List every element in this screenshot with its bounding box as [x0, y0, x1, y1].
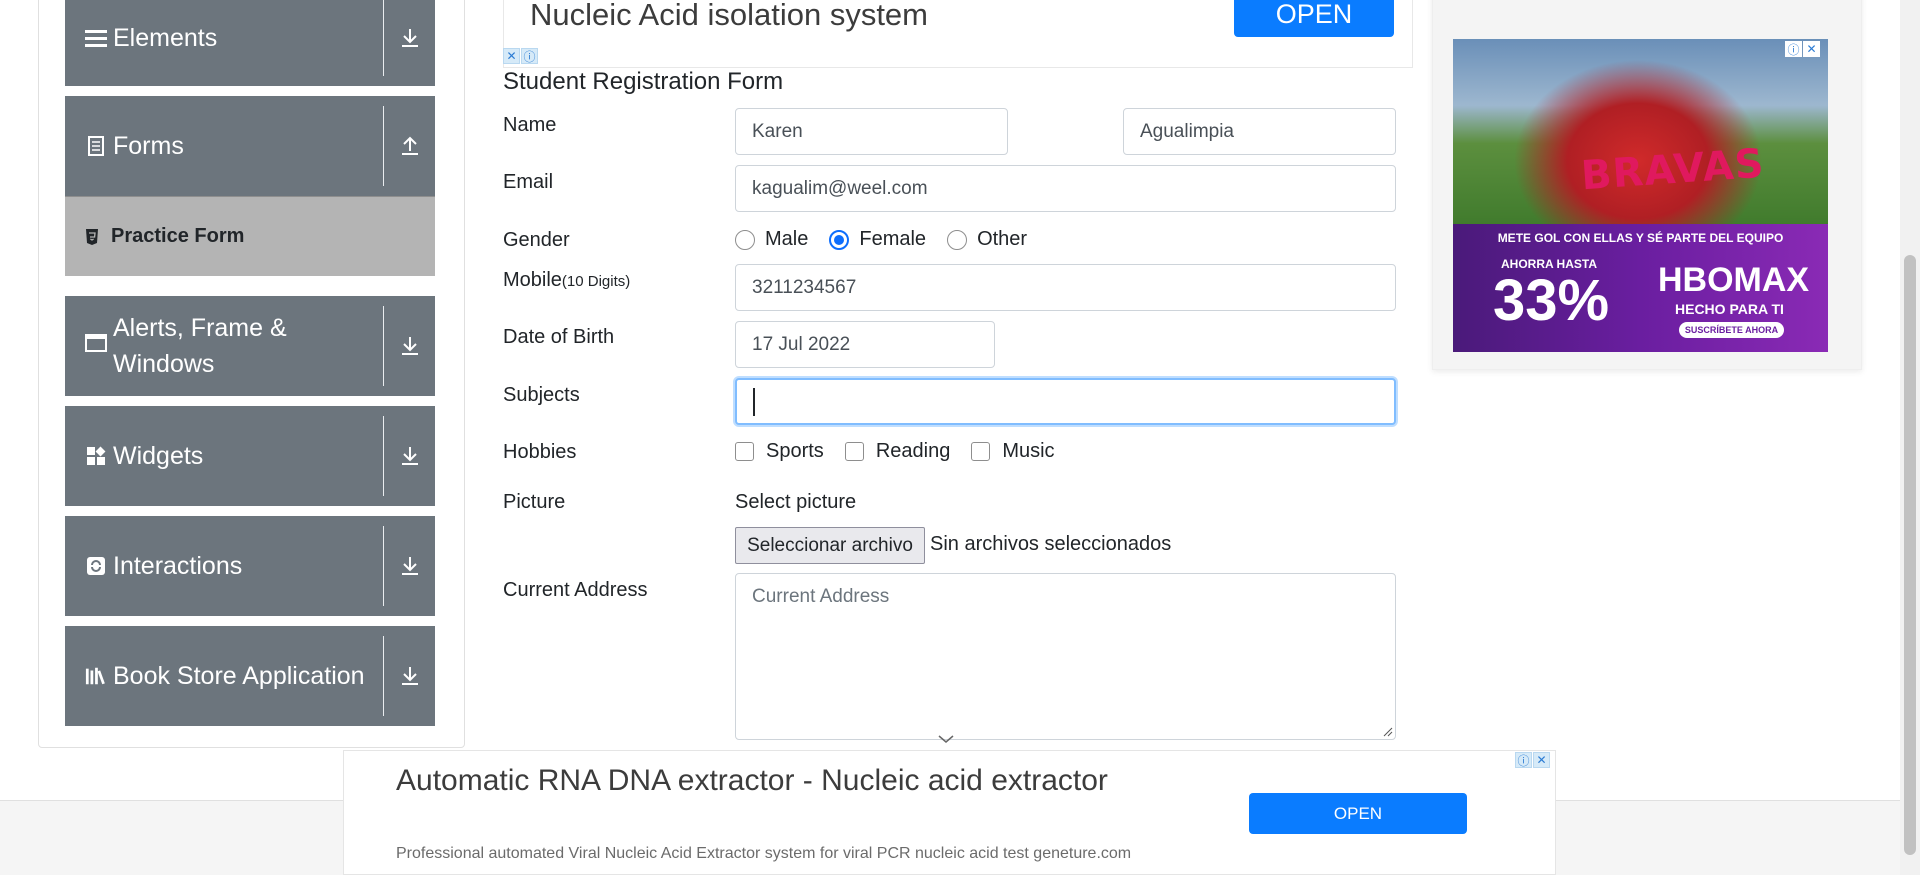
ad-choices[interactable]: ✕ ⓘ: [503, 48, 538, 64]
date-of-birth-input[interactable]: 17 Jul 2022: [735, 321, 995, 368]
name-label: Name: [503, 114, 557, 136]
hobby-reading-option[interactable]: Reading: [844, 440, 951, 463]
page-title: Student Registration Form: [503, 68, 784, 95]
sidebar-group-label: Forms: [113, 132, 184, 160]
first-name-input[interactable]: Karen: [735, 108, 1008, 155]
sidebar-group-book-store[interactable]: Book Store Application: [65, 626, 435, 726]
sidebar-item-label: Practice Form: [111, 225, 245, 247]
subjects-label: Subjects: [503, 384, 580, 406]
top-ad-banner[interactable]: Nucleic Acid isolation system OPEN: [503, 0, 1413, 68]
ad-discount: 33%: [1493, 268, 1610, 333]
ad-brand-sub: HECHO PARA TI: [1675, 301, 1784, 317]
gender-female-option[interactable]: Female: [829, 228, 926, 251]
picture-label: Picture: [503, 491, 566, 513]
choose-file-button[interactable]: Seleccionar archivo: [735, 527, 925, 564]
hobby-sports-option[interactable]: Sports: [735, 440, 824, 463]
mobile-input[interactable]: 3211234567: [735, 264, 1396, 311]
bottom-ad-choices[interactable]: ⓘ ✕: [1515, 752, 1550, 768]
sidebar-group-label: Interactions: [113, 552, 243, 580]
hobby-music-checkbox[interactable]: [971, 442, 991, 461]
right-ad-choices[interactable]: ⓘ ✕: [1785, 41, 1820, 57]
mobile-label: Mobile(10 Digits): [503, 269, 630, 292]
last-name-input[interactable]: Agualimpia: [1123, 108, 1396, 155]
gender-option-label: Male: [765, 228, 809, 250]
current-address-textarea[interactable]: Current Address: [735, 573, 1396, 740]
sidebar-group-label: Widgets: [113, 442, 204, 470]
window-icon: [85, 332, 107, 354]
bottom-ad-banner[interactable]: Automatic RNA DNA extractor - Nucleic ac…: [343, 750, 1556, 875]
gender-radio-group: Male Female Other: [735, 228, 1048, 251]
sidebar-group-forms[interactable]: Forms: [65, 96, 435, 196]
info-icon[interactable]: ⓘ: [521, 48, 538, 64]
select-picture-label: Select picture: [735, 491, 857, 513]
page-scrollbar[interactable]: [1900, 0, 1920, 875]
subjects-input[interactable]: [735, 378, 1396, 425]
sidebar-group-label: Book Store Application: [113, 662, 365, 690]
download-icon[interactable]: [383, 526, 435, 606]
ad-tagline: METE GOL CON ELLAS Y SÉ PARTE DEL EQUIPO: [1497, 231, 1784, 245]
document-icon: [85, 135, 107, 157]
mobile-hint: (10 Digits): [561, 273, 631, 290]
hobbies-label: Hobbies: [503, 441, 577, 463]
info-icon[interactable]: ⓘ: [1515, 752, 1532, 768]
ad-creative-image[interactable]: BRAVAS METE GOL CON ELLAS Y SÉ PARTE DEL…: [1453, 39, 1828, 352]
email-label: Email: [503, 171, 554, 193]
html5-icon: [83, 228, 101, 246]
hobby-label: Music: [1002, 440, 1055, 462]
gender-male-radio[interactable]: [735, 229, 755, 250]
download-icon[interactable]: [383, 306, 435, 386]
ad-open-button[interactable]: OPEN: [1234, 0, 1394, 37]
upload-icon[interactable]: [383, 106, 435, 186]
download-icon[interactable]: [383, 416, 435, 496]
gender-male-option[interactable]: Male: [735, 228, 808, 251]
widgets-icon: [85, 445, 107, 467]
gender-option-label: Other: [977, 228, 1028, 250]
textarea-placeholder: Current Address: [752, 586, 890, 607]
hobby-reading-checkbox[interactable]: [844, 442, 864, 461]
mobile-label-text: Mobile: [503, 269, 562, 291]
gender-female-radio[interactable]: [829, 229, 850, 250]
ad-cta-button[interactable]: SUSCRÍBETE AHORA: [1679, 322, 1784, 338]
hobby-music-option[interactable]: Music: [971, 440, 1055, 463]
gender-label: Gender: [503, 229, 570, 251]
download-icon[interactable]: [383, 0, 435, 76]
hobby-label: Reading: [875, 440, 951, 462]
sidebar-group-elements[interactable]: Elements: [65, 0, 435, 86]
ad-open-button[interactable]: OPEN: [1249, 793, 1467, 834]
refresh-icon: [85, 555, 107, 577]
current-address-label: Current Address: [503, 579, 648, 601]
email-field[interactable]: kagualim@weel.com: [735, 165, 1396, 212]
gender-other-radio[interactable]: [947, 229, 968, 250]
hobby-label: Sports: [766, 440, 824, 462]
dob-label: Date of Birth: [503, 326, 615, 348]
gender-other-option[interactable]: Other: [947, 228, 1027, 251]
sidebar-group-alerts[interactable]: Alerts, Frame & Windows: [65, 296, 435, 396]
ad-description[interactable]: Professional automated Viral Nucleic Aci…: [396, 845, 1131, 863]
books-icon: [85, 665, 107, 687]
close-icon[interactable]: ✕: [1803, 41, 1820, 57]
ad-text[interactable]: Nucleic Acid isolation system: [530, 0, 928, 33]
ad-brand: HBOMAX: [1658, 261, 1810, 299]
info-icon[interactable]: ⓘ: [1785, 41, 1802, 57]
close-icon[interactable]: ✕: [503, 48, 520, 64]
gender-option-label: Female: [859, 228, 927, 250]
download-icon[interactable]: [383, 636, 435, 716]
hobby-sports-checkbox[interactable]: [735, 442, 754, 461]
file-status: Sin archivos seleccionados: [930, 533, 1172, 555]
resize-grip-icon[interactable]: [1383, 727, 1393, 737]
close-icon[interactable]: ✕: [1533, 752, 1550, 768]
sidebar-group-widgets[interactable]: Widgets: [65, 406, 435, 506]
hobbies-checkbox-group: Sports Reading Music: [735, 440, 1076, 463]
ad-headline[interactable]: Automatic RNA DNA extractor - Nucleic ac…: [396, 761, 1116, 801]
sidebar-group-label: Alerts, Frame & Windows: [113, 314, 287, 378]
sidebar-item-practice-form[interactable]: Practice Form: [65, 196, 435, 276]
sidebar-group-label: Elements: [113, 24, 218, 52]
chevron-down-icon[interactable]: [936, 733, 956, 745]
text-cursor: [753, 387, 755, 416]
hamburger-icon: [85, 27, 107, 49]
sidebar-group-interactions[interactable]: Interactions: [65, 516, 435, 616]
scrollbar-thumb[interactable]: [1904, 255, 1916, 855]
